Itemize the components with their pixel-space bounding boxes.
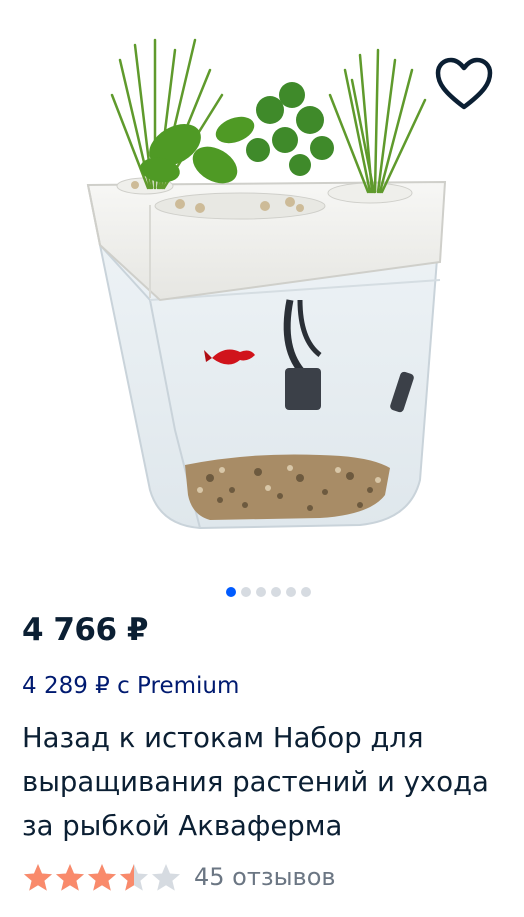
carousel-dot[interactable] [270, 587, 281, 597]
star-icon [24, 864, 52, 891]
rating-stars [22, 862, 182, 892]
product-title[interactable]: Назад к истокам Набор для выращивания ра… [22, 716, 512, 848]
star-icon [120, 864, 148, 891]
heart-outline-icon [435, 57, 493, 110]
star-icon [152, 864, 180, 891]
carousel-indicator[interactable] [6, 587, 524, 597]
premium-price[interactable]: 4 289 ₽ с Premium [22, 673, 239, 699]
reviews-count[interactable]: 45 отзывов [194, 863, 336, 891]
rating-block[interactable]: 45 отзывов [22, 862, 336, 892]
star-icon [88, 864, 116, 891]
favorite-button[interactable] [432, 52, 496, 116]
product-price: 4 766 ₽ [22, 612, 148, 648]
carousel-dot[interactable] [285, 587, 296, 597]
carousel-dot[interactable] [255, 587, 266, 597]
carousel-dot[interactable] [225, 587, 236, 597]
carousel-dot[interactable] [300, 587, 311, 597]
star-icon [56, 864, 84, 891]
carousel-dot[interactable] [240, 587, 251, 597]
